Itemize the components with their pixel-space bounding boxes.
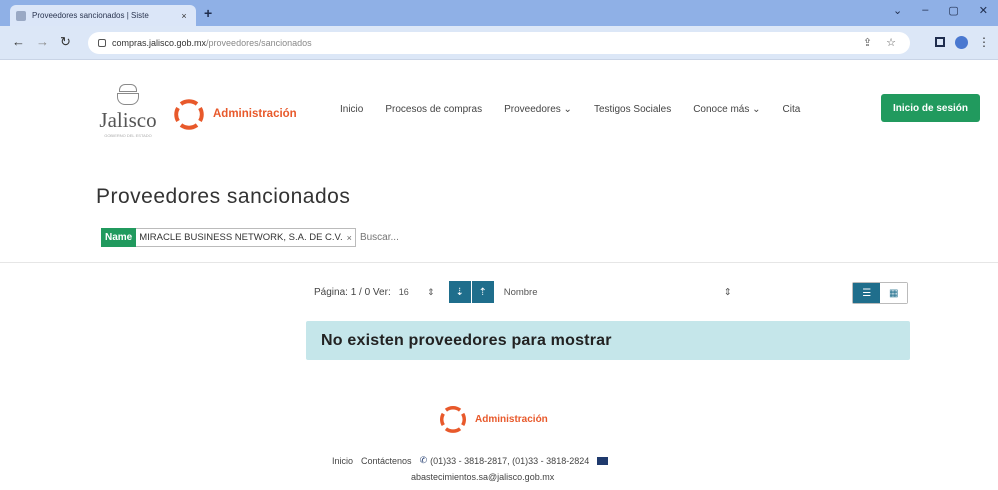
empty-results-alert: No existen proveedores para mostrar xyxy=(306,321,910,360)
per-page-select[interactable]: 16 ⇕ xyxy=(399,287,435,298)
sort-descending-icon[interactable]: ⇡ xyxy=(471,281,494,303)
browser-extension-icons: ⋮ xyxy=(935,35,990,49)
filter-tag-label: Name xyxy=(101,228,137,247)
nav-item-procesos[interactable]: Procesos de compras xyxy=(385,104,482,115)
jalisco-logo-text: Jalisco xyxy=(99,108,157,132)
filter-chip-value: MIRACLE BUSINESS NETWORK, S.A. DE C.V. xyxy=(139,232,343,243)
footer-phones: (01)33 - 3818-2817, (01)33 - 3818-2824 xyxy=(430,455,590,466)
url-path: /proveedores/sancionados xyxy=(206,38,312,48)
browser-menu-icon[interactable]: ⋮ xyxy=(978,35,990,49)
filter-chip: MIRACLE BUSINESS NETWORK, S.A. DE C.V. × xyxy=(136,228,356,247)
main-nav: Inicio Procesos de compras Proveedores ⌄… xyxy=(340,104,800,115)
omnibox-icons: ⇪ ☆ xyxy=(863,36,896,49)
back-icon[interactable]: ← xyxy=(12,34,25,49)
page-title: Proveedores sancionados xyxy=(96,185,351,208)
nav-item-cita[interactable]: Cita xyxy=(783,104,801,115)
results-toolbar: Página: 1 / 0 Ver: 16 ⇕ ⇣ ⇡ Nombre ⇕ xyxy=(314,281,732,303)
bookmark-star-icon[interactable]: ☆ xyxy=(886,36,896,49)
forward-icon[interactable]: → xyxy=(36,34,49,49)
sort-ascending-icon[interactable]: ⇣ xyxy=(448,281,471,303)
phone-icon: ✆ xyxy=(419,455,428,465)
select-arrows-icon: ⇕ xyxy=(427,286,435,297)
nav-item-conoce[interactable]: Conoce más ⌄ xyxy=(693,104,760,115)
grid-view-icon[interactable]: ▦ xyxy=(880,283,907,303)
site-header: Jalisco GOBIERNO DEL ESTADO Administraci… xyxy=(0,60,998,170)
close-window-icon[interactable]: ✕ xyxy=(979,4,988,17)
url-text: compras.jalisco.gob.mx/proveedores/sanci… xyxy=(112,38,312,48)
filter-row: Name MIRACLE BUSINESS NETWORK, S.A. DE C… xyxy=(101,228,480,247)
footer-administracion-logo[interactable]: Administración xyxy=(438,404,548,434)
pagination-info: Página: 1 / 0 Ver: xyxy=(314,286,391,298)
footer-links: Inicio Contáctenos ✆ (01)33 - 3818-2817,… xyxy=(332,455,609,466)
minimize-icon[interactable]: – xyxy=(922,4,928,17)
reload-icon[interactable]: ↻ xyxy=(60,34,71,50)
url-host: compras.jalisco.gob.mx xyxy=(112,38,207,48)
crest-icon xyxy=(115,84,141,106)
lock-icon[interactable] xyxy=(98,39,106,47)
footer-email[interactable]: abastecimientos.sa@jalisco.gob.mx xyxy=(411,472,554,482)
login-button[interactable]: Inicio de sesión xyxy=(881,94,980,122)
side-panel-icon[interactable] xyxy=(935,37,945,47)
administracion-logo[interactable]: Administración xyxy=(172,97,297,131)
administracion-logo-icon xyxy=(174,99,204,130)
nav-item-proveedores[interactable]: Proveedores ⌄ xyxy=(504,104,572,115)
search-input[interactable] xyxy=(359,232,480,243)
address-bar: ← → ↻ compras.jalisco.gob.mx/proveedores… xyxy=(0,26,998,60)
per-page-value: 16 xyxy=(398,286,409,297)
jalisco-logo[interactable]: Jalisco GOBIERNO DEL ESTADO xyxy=(88,84,168,146)
favicon-icon xyxy=(16,10,26,21)
window-controls: ⌄ – ▢ ✕ xyxy=(893,4,988,17)
administracion-logo-text: Administración xyxy=(213,108,297,120)
sort-direction-group: ⇣ ⇡ xyxy=(448,281,494,303)
nav-item-testigos[interactable]: Testigos Sociales xyxy=(594,104,671,115)
mail-icon[interactable] xyxy=(597,456,609,465)
footer-link-inicio[interactable]: Inicio xyxy=(332,456,353,466)
divider xyxy=(0,262,998,263)
browser-tab[interactable]: Proveedores sancionados | Siste × xyxy=(10,5,196,26)
jalisco-logo-subtitle: GOBIERNO DEL ESTADO xyxy=(104,133,152,138)
maximize-icon[interactable]: ▢ xyxy=(948,4,958,17)
administracion-logo-icon xyxy=(440,405,466,433)
sort-field-value: Nombre xyxy=(503,286,538,298)
url-input[interactable]: compras.jalisco.gob.mx/proveedores/sanci… xyxy=(88,32,910,54)
new-tab-button[interactable]: + xyxy=(204,5,212,21)
share-icon[interactable]: ⇪ xyxy=(863,36,872,49)
view-toggle: ☰ ▦ xyxy=(852,282,908,304)
nav-item-inicio[interactable]: Inicio xyxy=(340,104,363,115)
tab-search-icon[interactable]: ⌄ xyxy=(893,4,902,17)
remove-filter-icon[interactable]: × xyxy=(347,233,352,243)
list-view-icon[interactable]: ☰ xyxy=(853,283,881,303)
tab-close-icon[interactable]: × xyxy=(178,11,190,21)
footer-logo-text: Administración xyxy=(475,413,548,425)
profile-avatar-icon[interactable] xyxy=(955,35,968,49)
sort-field-select[interactable]: Nombre ⇕ xyxy=(504,287,732,298)
footer-link-contacto[interactable]: Contáctenos xyxy=(361,456,412,466)
select-arrows-icon: ⇕ xyxy=(723,286,732,298)
browser-tab-bar: Proveedores sancionados | Siste × + ⌄ – … xyxy=(0,0,998,26)
tab-title: Proveedores sancionados | Siste xyxy=(32,11,149,20)
